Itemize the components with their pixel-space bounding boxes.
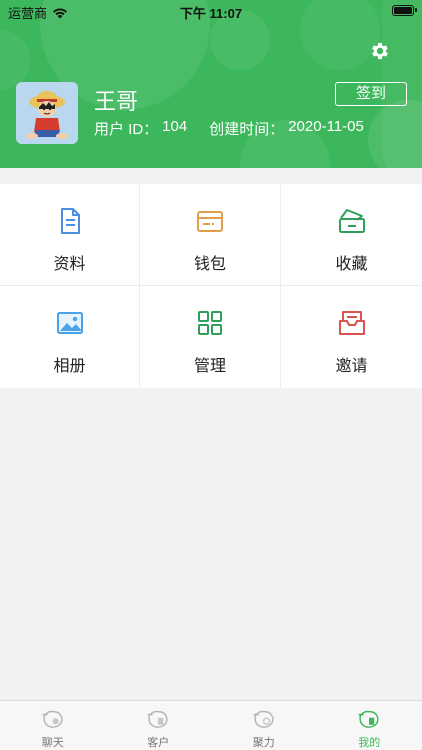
created-date: 2020-11-05 xyxy=(288,118,364,135)
grid-item-manage[interactable]: 管理 xyxy=(140,286,281,388)
invite-envelope-icon xyxy=(338,311,365,335)
checkin-button[interactable]: 签到 xyxy=(335,82,407,106)
tab-label: 我的 xyxy=(358,737,381,749)
grid-item-profile[interactable]: 资料 xyxy=(0,184,140,286)
grid-item-label: 资料 xyxy=(53,256,86,273)
profile-header: 运营商 下午 11:07 王哥 用户 ID： 104 创建时间： 2020-11… xyxy=(0,0,422,168)
gather-tab-icon xyxy=(252,710,274,728)
user-info-line: 用户 ID： 104 创建时间： 2020-11-05 xyxy=(94,118,364,139)
tab-customer[interactable]: 客户 xyxy=(106,701,212,750)
wallet-icon xyxy=(197,211,223,232)
document-icon xyxy=(60,208,80,234)
grid-item-label: 钱包 xyxy=(193,256,226,273)
tab-label: 聚力 xyxy=(252,737,275,749)
chat-tab-icon xyxy=(41,710,63,728)
tab-label: 聊天 xyxy=(41,737,64,749)
grid-item-favorites[interactable]: 收藏 xyxy=(281,184,422,286)
tab-mine[interactable]: 我的 xyxy=(317,701,422,750)
grid-item-label: 收藏 xyxy=(335,256,368,273)
user-id-value: 104 xyxy=(162,118,188,135)
grid-item-label: 邀请 xyxy=(335,358,368,375)
grid-item-label: 相册 xyxy=(53,358,86,375)
photo-album-icon xyxy=(56,312,83,334)
tab-chat[interactable]: 聊天 xyxy=(0,701,106,750)
mine-tab-icon xyxy=(358,710,379,728)
avatar-cartoon-image xyxy=(16,82,78,144)
grid-manage-icon xyxy=(198,311,222,335)
favorites-box-icon xyxy=(338,209,365,233)
created-label: 创建时间： xyxy=(209,121,285,138)
user-name: 王哥 xyxy=(94,89,139,114)
status-bar: 运营商 下午 11:07 xyxy=(0,0,422,22)
avatar[interactable] xyxy=(16,82,78,144)
bottom-tab-bar: 聊天 客户 聚力 我的 xyxy=(0,700,422,750)
header-decor-circle xyxy=(0,30,30,90)
grid-item-album[interactable]: 相册 xyxy=(0,286,140,388)
settings-gear-icon[interactable] xyxy=(369,40,391,62)
function-grid: 资料 钱包 收藏 相册 管理 邀请 xyxy=(0,184,422,388)
grid-item-invite[interactable]: 邀请 xyxy=(281,286,422,388)
status-time: 下午 11:07 xyxy=(179,6,243,21)
customer-tab-icon xyxy=(147,710,168,728)
grid-item-label: 管理 xyxy=(193,358,226,375)
tab-label: 客户 xyxy=(147,737,170,749)
battery-icon xyxy=(392,5,417,16)
grid-item-wallet[interactable]: 钱包 xyxy=(140,184,281,286)
user-id-label: 用户 ID： xyxy=(94,121,159,138)
tab-gather[interactable]: 聚力 xyxy=(211,701,317,750)
